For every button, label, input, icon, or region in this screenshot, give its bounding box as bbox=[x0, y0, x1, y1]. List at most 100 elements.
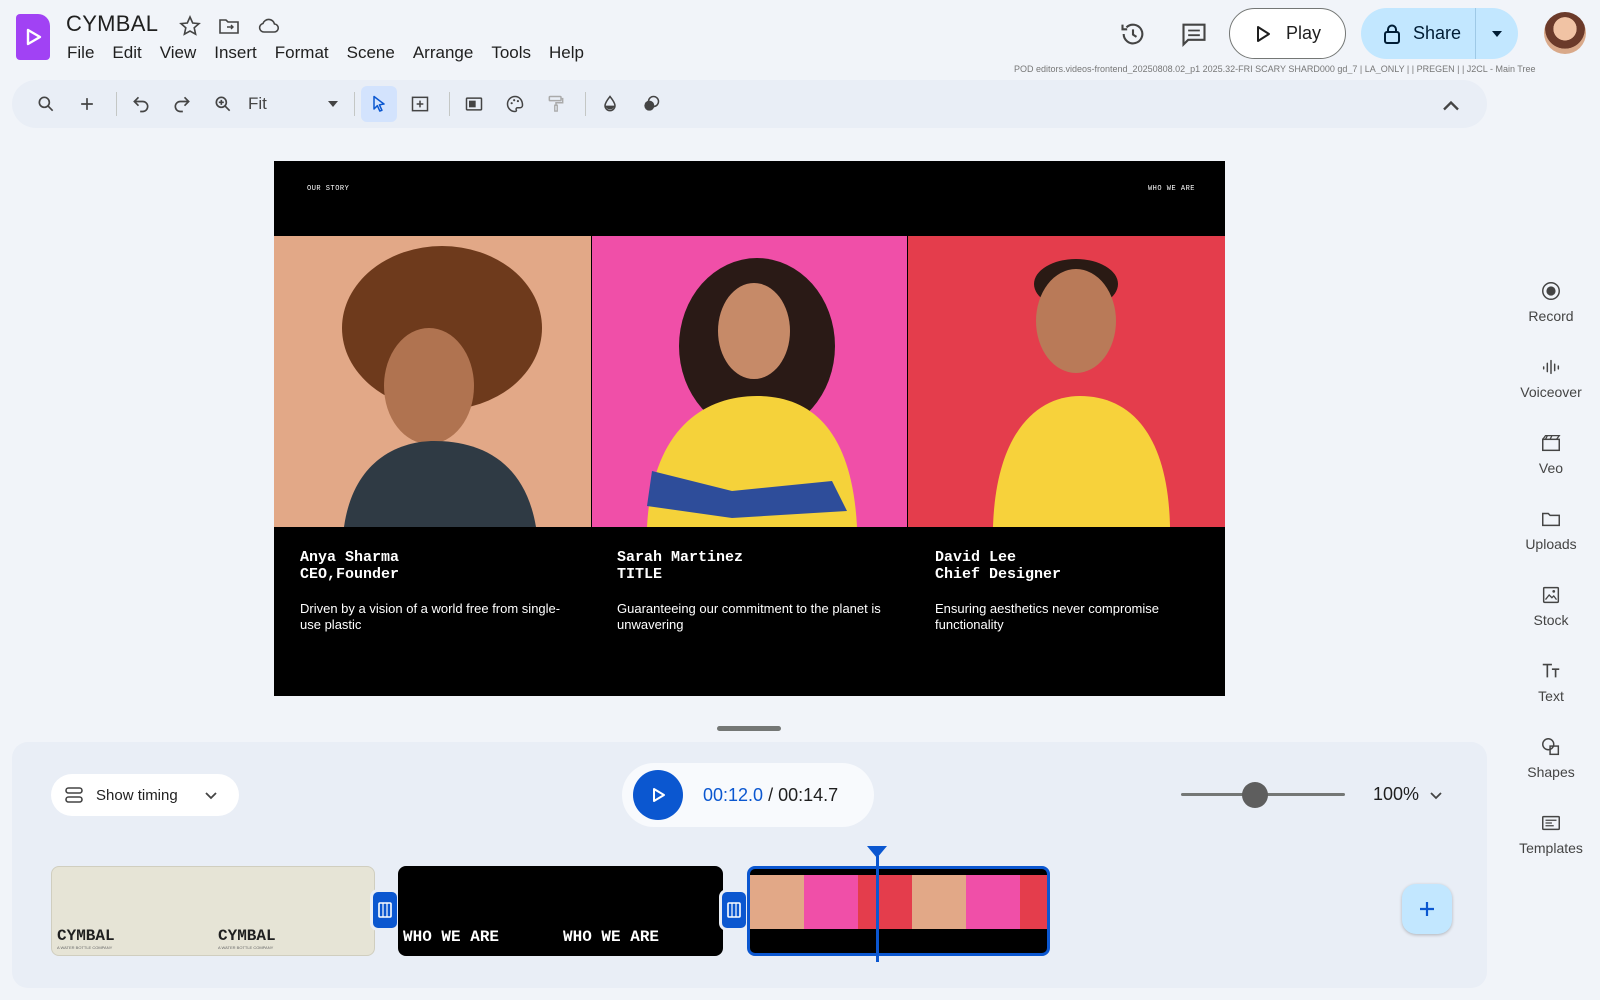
history-icon bbox=[1121, 23, 1144, 45]
toolbar-divider bbox=[585, 92, 586, 116]
slide-canvas[interactable]: OUR STORY WHO WE ARE Anya Sharma CEO,Fou… bbox=[274, 161, 1225, 696]
theme-button[interactable] bbox=[497, 86, 533, 122]
person-photo-anya[interactable] bbox=[274, 236, 591, 527]
playhead-marker-icon[interactable] bbox=[867, 846, 887, 858]
timeline-play-button[interactable] bbox=[633, 770, 683, 820]
menu-tools[interactable]: Tools bbox=[482, 42, 540, 64]
timeline-zoom-select[interactable]: 100% bbox=[1373, 784, 1443, 805]
background-button[interactable] bbox=[456, 86, 492, 122]
version-history-button[interactable] bbox=[1116, 17, 1150, 51]
share-dropdown-button[interactable] bbox=[1476, 30, 1518, 38]
side-voiceover-button[interactable]: Voiceover bbox=[1510, 356, 1592, 400]
menu-arrange[interactable]: Arrange bbox=[404, 42, 482, 64]
comments-button[interactable] bbox=[1177, 17, 1211, 51]
play-logo-icon bbox=[26, 28, 42, 46]
side-stock-button[interactable]: Stock bbox=[1510, 584, 1592, 628]
side-uploads-button[interactable]: Uploads bbox=[1510, 508, 1592, 552]
person-description: Guaranteeing our commitment to the plane… bbox=[617, 601, 881, 632]
menu-edit[interactable]: Edit bbox=[103, 42, 150, 64]
share-button[interactable]: Share bbox=[1361, 8, 1476, 59]
mask-shape-icon bbox=[644, 95, 660, 111]
show-timing-label: Show timing bbox=[96, 786, 178, 804]
person-description: Driven by a vision of a world free from … bbox=[300, 601, 561, 632]
undo-icon bbox=[133, 96, 149, 113]
person-card-david: David Lee Chief Designer Ensuring aesthe… bbox=[935, 549, 1200, 633]
playhead[interactable] bbox=[876, 856, 879, 962]
scene-clip-3-selected[interactable] bbox=[747, 866, 1050, 956]
paint-format-button[interactable] bbox=[538, 86, 574, 122]
clip-label: WHO WE ARE bbox=[563, 928, 660, 946]
time-separator: / bbox=[763, 784, 779, 805]
clip-label: CYMBAL bbox=[218, 927, 276, 945]
person-photo-sarah[interactable] bbox=[592, 236, 907, 527]
share-button-group: Share bbox=[1361, 8, 1518, 59]
thumb-frame bbox=[804, 875, 858, 929]
side-item-label: Templates bbox=[1519, 840, 1583, 856]
toolbar-divider bbox=[449, 92, 450, 116]
menu-file[interactable]: File bbox=[58, 42, 103, 64]
search-menus-button[interactable] bbox=[28, 86, 64, 122]
select-tool-button[interactable] bbox=[361, 86, 397, 122]
side-text-button[interactable]: Text bbox=[1510, 660, 1592, 704]
resize-handle[interactable] bbox=[717, 726, 781, 731]
move-to-folder-icon[interactable] bbox=[217, 14, 241, 38]
side-templates-button[interactable]: Templates bbox=[1510, 812, 1592, 856]
zoom-select[interactable]: Fit bbox=[248, 94, 338, 114]
clip-subtitle: A WATER BOTTLE COMPANY bbox=[218, 945, 274, 950]
scene-clip-2[interactable]: WHO WE ARE WHO WE ARE bbox=[398, 866, 723, 956]
star-icon[interactable] bbox=[178, 14, 202, 38]
zoom-select-value: Fit bbox=[248, 94, 267, 113]
new-scene-button[interactable] bbox=[69, 86, 105, 122]
menu-view[interactable]: View bbox=[151, 42, 206, 64]
app-logo[interactable] bbox=[16, 14, 50, 60]
person-photo-david[interactable] bbox=[908, 236, 1225, 527]
zoom-in-icon bbox=[215, 96, 231, 112]
clip-label: CYMBAL bbox=[57, 927, 115, 945]
timing-icon bbox=[65, 787, 83, 803]
menu-insert[interactable]: Insert bbox=[205, 42, 266, 64]
document-title[interactable]: CYMBAL bbox=[66, 11, 158, 37]
record-icon bbox=[1542, 282, 1560, 300]
add-scene-button[interactable] bbox=[1402, 884, 1452, 934]
menu-format[interactable]: Format bbox=[266, 42, 338, 64]
side-shapes-button[interactable]: Shapes bbox=[1510, 736, 1592, 780]
side-item-label: Uploads bbox=[1525, 536, 1577, 552]
mask-button[interactable] bbox=[633, 86, 669, 122]
side-record-button[interactable]: Record bbox=[1510, 280, 1592, 324]
palette-icon bbox=[506, 95, 524, 113]
text-box-button[interactable] bbox=[402, 86, 438, 122]
person-card-anya: Anya Sharma CEO,Founder Driven by a visi… bbox=[300, 549, 565, 633]
side-item-label: Veo bbox=[1538, 460, 1564, 476]
play-button[interactable]: Play bbox=[1229, 8, 1346, 59]
clip-thumbnail-strip bbox=[750, 875, 1047, 929]
lock-icon bbox=[1384, 24, 1400, 44]
scene-clip-1[interactable]: CYMBAL A WATER BOTTLE COMPANY CYMBAL A W… bbox=[51, 866, 375, 956]
caret-down-icon bbox=[1492, 30, 1502, 37]
shapes-icon bbox=[1542, 738, 1560, 756]
search-icon bbox=[38, 96, 54, 112]
toolbar-divider bbox=[116, 92, 117, 116]
thumb-frame bbox=[912, 875, 966, 929]
menu-scene[interactable]: Scene bbox=[338, 42, 404, 64]
redo-button[interactable] bbox=[164, 86, 200, 122]
menu-help[interactable]: Help bbox=[540, 42, 593, 64]
cloud-status-icon[interactable] bbox=[257, 14, 281, 38]
user-avatar[interactable] bbox=[1544, 12, 1586, 54]
undo-button[interactable] bbox=[123, 86, 159, 122]
clip-subtitle: A WATER BOTTLE COMPANY bbox=[57, 945, 113, 950]
zoom-button[interactable] bbox=[205, 86, 241, 122]
transition-icon bbox=[378, 902, 392, 918]
total-time: 00:14.7 bbox=[778, 784, 839, 805]
show-timing-dropdown[interactable]: Show timing bbox=[51, 774, 239, 816]
transition-button-1[interactable] bbox=[370, 889, 400, 931]
portrait-illustration bbox=[342, 246, 542, 527]
side-veo-button[interactable]: Veo bbox=[1510, 432, 1592, 476]
fill-color-button[interactable] bbox=[592, 86, 628, 122]
templates-icon bbox=[1542, 815, 1560, 831]
stock-image-icon bbox=[1542, 586, 1560, 604]
play-icon bbox=[653, 788, 665, 802]
transition-button-2[interactable] bbox=[719, 889, 749, 931]
collapse-toolbar-icon[interactable] bbox=[1437, 92, 1465, 120]
thumb-frame bbox=[750, 875, 804, 929]
timeline-zoom-slider-thumb[interactable] bbox=[1241, 782, 1268, 808]
